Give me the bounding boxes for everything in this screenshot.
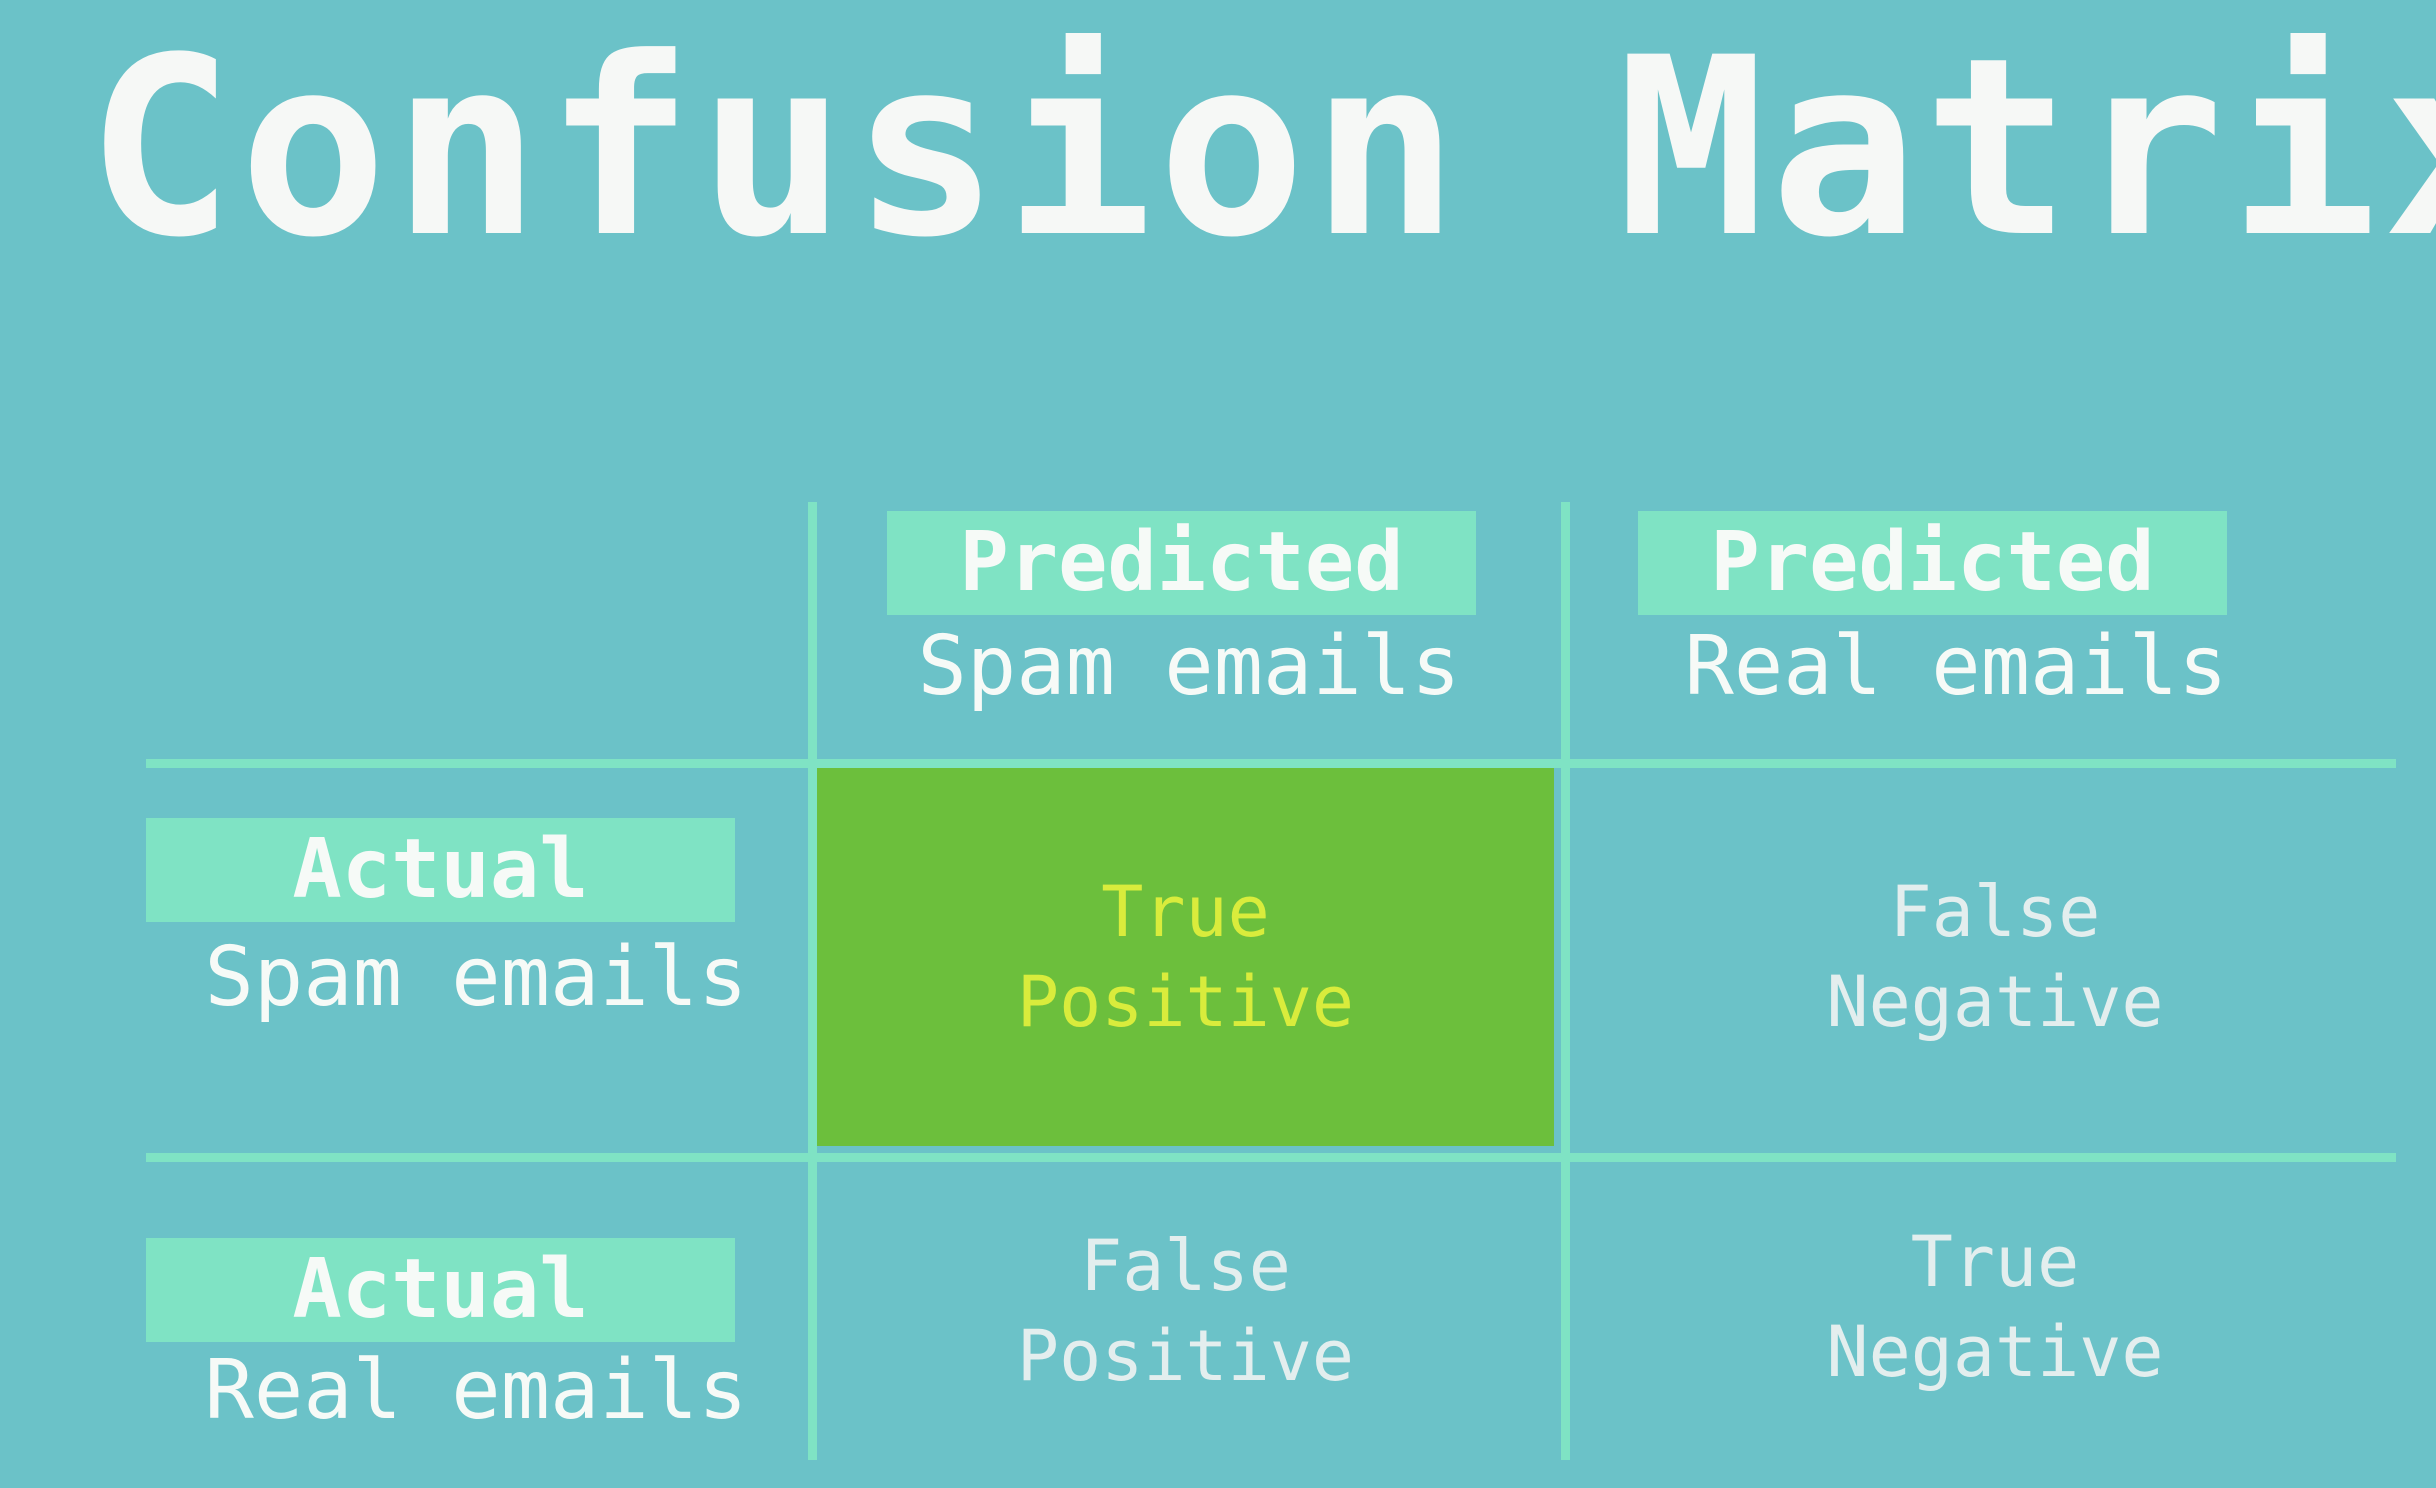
cell-false-negative-line2: Negative <box>1826 961 2164 1043</box>
column-header-label-real: Real emails <box>1684 619 2228 714</box>
column-header-label-spam: Spam emails <box>917 619 1461 714</box>
column-header-tag-spam: Predicted <box>887 511 1476 615</box>
page-title: Confusion Matrix <box>86 6 2436 292</box>
cell-false-negative: False Negative <box>1570 768 2420 1146</box>
cell-true-positive: True Positive <box>817 768 1554 1146</box>
cell-false-positive-line2: Positive <box>1016 1315 1355 1397</box>
cell-false-positive-line1: False <box>1080 1225 1291 1307</box>
cell-true-negative-line1: True <box>1910 1221 2080 1303</box>
cell-false-negative-line1: False <box>1889 871 2101 953</box>
row-header-label-spam: Spam emails <box>204 930 748 1025</box>
cell-true-negative: True Negative <box>1570 1162 2420 1452</box>
row-header-tag-spam: Actual <box>146 818 735 922</box>
grid-vertical-line-left <box>808 502 817 1460</box>
row-header-label-real: Real emails <box>204 1343 748 1438</box>
cell-false-positive: False Positive <box>817 1162 1554 1460</box>
grid-horizontal-line-bottom <box>146 1153 2396 1162</box>
grid-vertical-line-right <box>1561 502 1570 1460</box>
row-header-tag-real: Actual <box>146 1238 735 1342</box>
grid-horizontal-line-top <box>146 759 2396 768</box>
cell-true-negative-line2: Negative <box>1826 1311 2164 1393</box>
cell-true-positive-line1: True <box>1101 871 1270 953</box>
column-header-tag-real: Predicted <box>1638 511 2227 615</box>
cell-true-positive-line2: Positive <box>1016 961 1355 1043</box>
